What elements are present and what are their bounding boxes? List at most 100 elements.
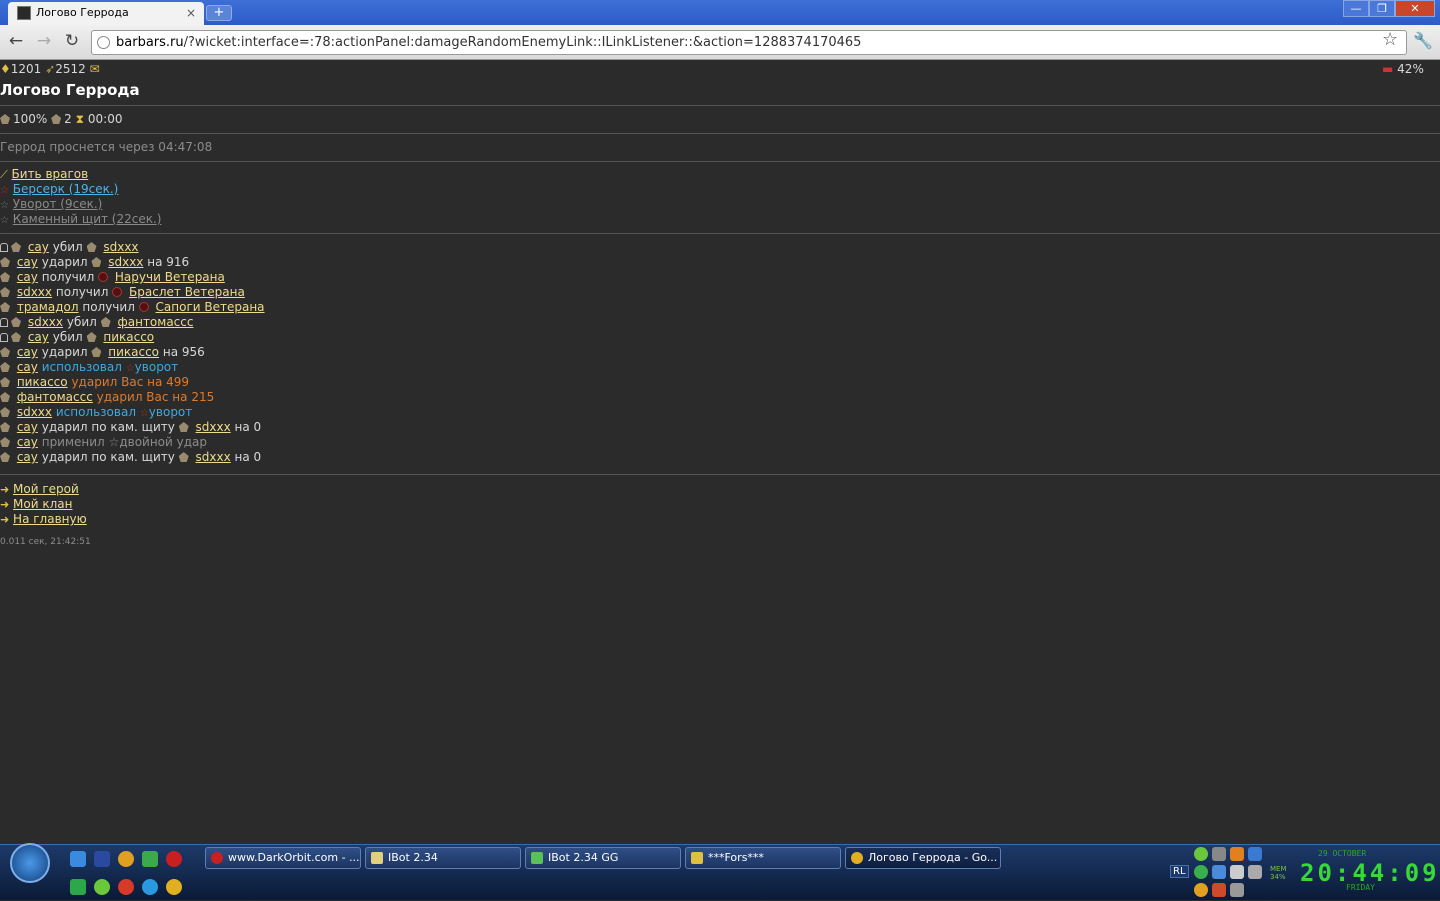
player-link[interactable]: фантомассс bbox=[17, 390, 93, 404]
log-verb: убил bbox=[66, 315, 97, 329]
minimize-button[interactable]: — bbox=[1343, 0, 1369, 17]
app-icon[interactable] bbox=[94, 851, 110, 867]
log-verb: ударил Вас на 499 bbox=[71, 375, 190, 389]
tray-icon[interactable] bbox=[1248, 865, 1262, 879]
restore-button[interactable]: ❐ bbox=[1369, 0, 1395, 17]
player-link[interactable]: сау bbox=[17, 270, 38, 284]
player-link[interactable]: сау bbox=[28, 240, 49, 254]
berserk-link[interactable]: Берсерк (19сек.) bbox=[13, 182, 119, 196]
browser-tab[interactable]: Логово Геррода × bbox=[8, 2, 204, 25]
page-title: Логово Геррода bbox=[0, 81, 140, 99]
player-link[interactable]: сау bbox=[17, 360, 38, 374]
ie-icon[interactable] bbox=[70, 851, 86, 867]
memory-meter: MEM 34% bbox=[1270, 865, 1287, 881]
tray-icon[interactable] bbox=[1230, 847, 1244, 861]
log-verb: использовал bbox=[55, 405, 136, 419]
arrow-right-icon: ➜ bbox=[0, 513, 10, 526]
tray-icon[interactable] bbox=[1248, 847, 1262, 861]
globe-icon bbox=[97, 36, 110, 49]
star-icon: ☆ bbox=[108, 435, 120, 449]
player-link[interactable]: пикассо bbox=[17, 375, 68, 389]
icq-icon[interactable] bbox=[94, 879, 110, 895]
task-button[interactable]: IBot 2.34 bbox=[365, 847, 521, 869]
log-entry: сау использовал ☆уворот bbox=[0, 360, 178, 375]
player-link[interactable]: sdxxx bbox=[196, 450, 231, 464]
back-button[interactable]: ← bbox=[5, 31, 27, 51]
player-link[interactable]: сау bbox=[17, 345, 38, 359]
app-icon[interactable] bbox=[118, 879, 134, 895]
player-link[interactable]: пикассо bbox=[103, 330, 154, 344]
network-icon[interactable] bbox=[1212, 865, 1226, 879]
log-damage: на 0 bbox=[234, 420, 262, 434]
tab-close-icon[interactable]: × bbox=[186, 2, 196, 24]
wrench-icon[interactable]: 🔧 bbox=[1413, 31, 1433, 50]
player-link[interactable]: sdxxx bbox=[17, 285, 52, 299]
nav-item: ➜ Мой клан bbox=[0, 497, 72, 512]
my-hero-link[interactable]: Мой герой bbox=[13, 482, 79, 496]
item-link[interactable]: Наручи Ветерана bbox=[115, 270, 225, 284]
log-entry: сау ударил пикассо на 956 bbox=[0, 345, 205, 360]
player-link[interactable]: сау bbox=[17, 255, 38, 269]
mail-icon[interactable]: ✉ bbox=[90, 62, 100, 76]
app-icon[interactable] bbox=[142, 851, 158, 867]
mem-label: MEM bbox=[1270, 865, 1287, 873]
tray-icon[interactable] bbox=[1230, 883, 1244, 897]
app-icon[interactable] bbox=[70, 879, 86, 895]
tray-icon[interactable] bbox=[1194, 847, 1208, 861]
player-link[interactable]: сау bbox=[28, 330, 49, 344]
tray-icon[interactable] bbox=[1212, 883, 1226, 897]
divider bbox=[0, 474, 1440, 475]
task-label: Логово Геррода - Go... bbox=[868, 851, 998, 864]
player-link[interactable]: сау bbox=[17, 450, 38, 464]
stone-shield-link[interactable]: Каменный щит (22сек.) bbox=[13, 212, 162, 226]
warrior-icon bbox=[11, 332, 21, 342]
tray-icon[interactable] bbox=[1194, 883, 1208, 897]
item-link[interactable]: Сапоги Ветерана bbox=[156, 300, 265, 314]
player-link[interactable]: sdxxx bbox=[17, 405, 52, 419]
tray-icon[interactable] bbox=[1194, 865, 1208, 879]
start-button[interactable] bbox=[10, 843, 50, 883]
hit-enemies-link[interactable]: Бить врагов bbox=[12, 167, 89, 181]
skull-icon bbox=[0, 243, 8, 252]
hourglass-icon: ⧗ bbox=[75, 112, 85, 126]
player-link[interactable]: сау bbox=[17, 420, 38, 434]
player-link[interactable]: sdxxx bbox=[196, 420, 231, 434]
warrior-icon bbox=[0, 302, 10, 312]
dodge-link[interactable]: Уворот (9сек.) bbox=[13, 197, 103, 211]
star-icon: ☆ bbox=[125, 363, 135, 374]
player-link[interactable]: пикассо bbox=[108, 345, 159, 359]
task-button[interactable]: www.DarkOrbit.com - ... bbox=[205, 847, 361, 869]
tray-icon[interactable] bbox=[1212, 847, 1226, 861]
star-icon: ☆ bbox=[0, 215, 9, 226]
warrior-icon bbox=[0, 407, 10, 417]
log-damage: на 0 bbox=[234, 450, 262, 464]
chrome-icon[interactable] bbox=[166, 879, 182, 895]
my-clan-link[interactable]: Мой клан bbox=[13, 497, 72, 511]
close-window-button[interactable]: ✕ bbox=[1395, 0, 1435, 17]
task-button[interactable]: Логово Геррода - Go... bbox=[845, 847, 1001, 869]
item-icon bbox=[98, 272, 109, 282]
task-button[interactable]: ***Fors*** bbox=[685, 847, 841, 869]
player-link[interactable]: sdxxx bbox=[108, 255, 143, 269]
new-tab-button[interactable]: + bbox=[206, 5, 232, 21]
volume-icon[interactable] bbox=[1230, 865, 1244, 879]
skype-icon[interactable] bbox=[142, 879, 158, 895]
player-link[interactable]: sdxxx bbox=[28, 315, 63, 329]
player-link[interactable]: sdxxx bbox=[103, 240, 138, 254]
task-button[interactable]: IBot 2.34 GG bbox=[525, 847, 681, 869]
gold-count: 1201 bbox=[10, 62, 42, 76]
home-link[interactable]: На главную bbox=[13, 512, 87, 526]
clock-day: FRIDAY bbox=[1346, 883, 1375, 892]
reload-button[interactable]: ↻ bbox=[61, 31, 83, 51]
player-link[interactable]: трамадол bbox=[17, 300, 79, 314]
divider bbox=[0, 133, 1440, 134]
bookmark-star-icon[interactable]: ☆ bbox=[1382, 29, 1398, 50]
opera-icon[interactable] bbox=[166, 851, 182, 867]
player-link[interactable]: сау bbox=[17, 435, 38, 449]
player-link[interactable]: фантомассс bbox=[117, 315, 193, 329]
item-link[interactable]: Браслет Ветерана bbox=[129, 285, 245, 299]
language-indicator[interactable]: RL bbox=[1170, 865, 1189, 878]
app-icon[interactable] bbox=[118, 851, 134, 867]
address-bar[interactable]: barbars.ru/?wicket:interface=:78:actionP… bbox=[91, 30, 1407, 55]
forward-button[interactable]: → bbox=[33, 31, 55, 51]
